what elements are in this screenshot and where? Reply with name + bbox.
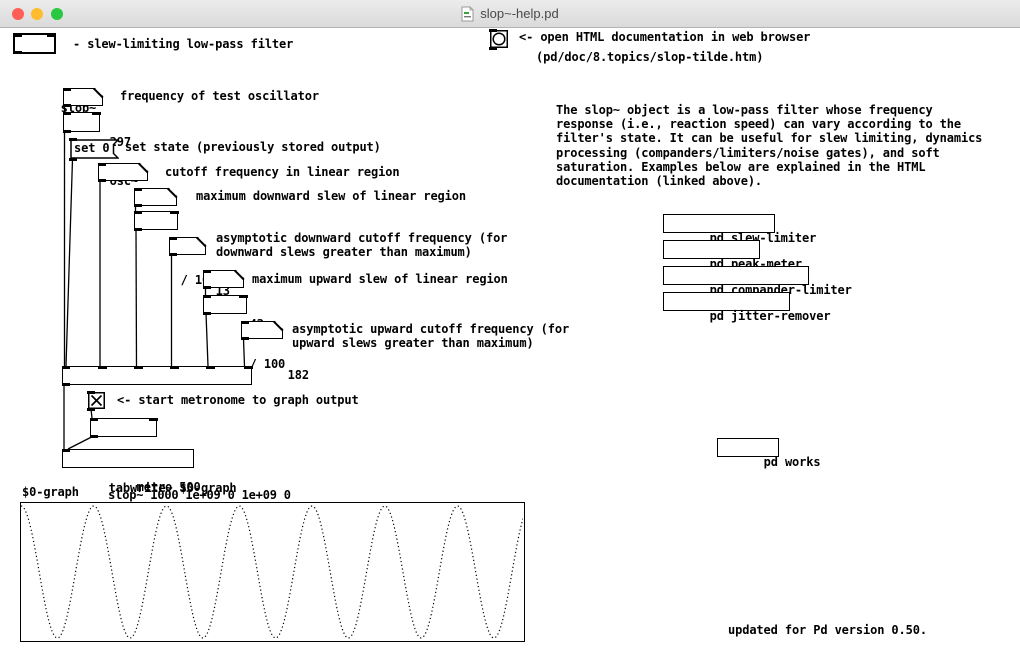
inlet-nub[interactable] bbox=[241, 321, 250, 324]
comment-cutoff: cutoff frequency in linear region bbox=[165, 166, 399, 180]
footer-version-note: updated for Pd version 0.50. bbox=[728, 624, 927, 638]
number-box-down-asymptotic[interactable]: 13 bbox=[169, 237, 206, 255]
number-box-frequency[interactable]: 297 bbox=[63, 88, 103, 106]
bang-icon bbox=[490, 30, 508, 48]
inlet-nub[interactable] bbox=[170, 366, 179, 369]
message-label: set 0 bbox=[74, 141, 110, 155]
inlet-nub[interactable] bbox=[92, 112, 101, 115]
number-value: 182 bbox=[288, 368, 309, 382]
patch-canvas[interactable]: slop~ - slew-limiting low-pass filter <-… bbox=[0, 28, 1020, 664]
inlet-nub[interactable] bbox=[63, 88, 72, 91]
outlet-nub[interactable] bbox=[87, 408, 96, 411]
object-label: pd jitter-remover bbox=[710, 309, 831, 323]
inlet-nub[interactable] bbox=[149, 418, 158, 421]
inlet-nub[interactable] bbox=[206, 366, 215, 369]
comment-open-docs: <- open HTML documentation in web browse… bbox=[519, 31, 810, 45]
number-box-down-slew[interactable]: 198 bbox=[134, 188, 177, 206]
comment-tagline: - slew-limiting low-pass filter bbox=[73, 38, 293, 52]
object-label: pd works bbox=[764, 455, 821, 469]
inlet-nub[interactable] bbox=[239, 295, 248, 298]
patch-cord[interactable] bbox=[136, 229, 137, 366]
subpatch-jitter-remover[interactable]: pd jitter-remover bbox=[663, 292, 790, 311]
window-title: slop~-help.pd bbox=[480, 6, 558, 21]
outlet-nub[interactable] bbox=[134, 204, 143, 207]
toggle-metronome[interactable] bbox=[88, 392, 105, 409]
object-box-slop-subject[interactable]: slop~ bbox=[13, 33, 56, 54]
inlet-nub[interactable] bbox=[63, 112, 72, 115]
description-text: The slop~ object is a low-pass filter wh… bbox=[556, 103, 982, 188]
inlet-nub[interactable] bbox=[90, 418, 99, 421]
outlet-nub[interactable] bbox=[63, 104, 72, 107]
outlet-nub[interactable] bbox=[241, 337, 250, 340]
number-box-up-asymptotic[interactable]: 182 bbox=[241, 321, 283, 339]
graph-label: $0-graph bbox=[22, 486, 79, 500]
inlet-nub[interactable] bbox=[489, 29, 498, 32]
outlet-nub[interactable] bbox=[169, 253, 178, 256]
titlebar: slop~-help.pd bbox=[0, 0, 1020, 28]
inlet-nub[interactable] bbox=[170, 211, 179, 214]
inlet-nub[interactable] bbox=[134, 211, 143, 214]
subpatch-works[interactable]: pd works bbox=[717, 438, 779, 457]
subpatch-compander-limiter[interactable]: pd compander-limiter bbox=[663, 266, 809, 285]
bang-open-docs[interactable] bbox=[490, 30, 508, 48]
object-box-slop-main[interactable]: slop~ 1000 1e+09 0 1e+09 0 bbox=[62, 366, 252, 385]
outlet-nub[interactable] bbox=[62, 383, 71, 386]
comment-down-slew: maximum downward slew of linear region bbox=[196, 190, 466, 204]
inlet-nub[interactable] bbox=[203, 270, 212, 273]
object-box-osc[interactable]: osc~ bbox=[63, 112, 100, 132]
comment-up-asymptotic: asymptotic upward cutoff frequency (for … bbox=[292, 323, 569, 351]
inlet-nub[interactable] bbox=[47, 34, 56, 37]
inlet-nub[interactable] bbox=[203, 295, 212, 298]
outlet-nub[interactable] bbox=[69, 158, 78, 161]
inlet-nub[interactable] bbox=[62, 366, 71, 369]
toggle-x-icon bbox=[88, 392, 105, 409]
number-box-cutoff[interactable]: 1259 bbox=[98, 163, 148, 181]
comment-down-asymptotic: asymptotic downward cutoff frequency (fo… bbox=[216, 232, 507, 260]
document-icon bbox=[461, 6, 474, 22]
subpatch-slew-limiter[interactable]: pd slew-limiter bbox=[663, 214, 775, 233]
graph-waveform-svg bbox=[21, 503, 523, 640]
inlet-nub[interactable] bbox=[14, 34, 23, 37]
graph-array-display[interactable] bbox=[20, 502, 525, 642]
inlet-nub[interactable] bbox=[169, 237, 178, 240]
comment-doc-path: (pd/doc/8.topics/slop-tilde.htm) bbox=[536, 51, 763, 65]
object-box-divide-2[interactable]: / 100 bbox=[203, 295, 247, 314]
outlet-nub[interactable] bbox=[14, 51, 23, 54]
subpatch-peak-meter[interactable]: pd peak-meter bbox=[663, 240, 760, 259]
outlet-nub[interactable] bbox=[203, 286, 212, 289]
object-label: tabwrite~ $0-graph bbox=[109, 481, 237, 495]
comment-frequency: frequency of test oscillator bbox=[120, 90, 319, 104]
object-box-divide-1[interactable]: / 100 bbox=[134, 211, 178, 230]
number-box-up-slew[interactable]: 42 bbox=[203, 270, 244, 288]
object-box-tabwrite[interactable]: tabwrite~ $0-graph bbox=[62, 449, 194, 468]
message-box-set-state[interactable]: set 0 bbox=[70, 139, 119, 159]
object-box-metro[interactable]: metro 500 bbox=[90, 418, 157, 437]
comment-up-slew: maximum upward slew of linear region bbox=[252, 273, 508, 287]
outlet-nub[interactable] bbox=[203, 312, 212, 315]
inlet-nub[interactable] bbox=[244, 366, 253, 369]
outlet-nub[interactable] bbox=[90, 435, 99, 438]
inlet-nub[interactable] bbox=[134, 366, 143, 369]
comment-toggle: <- start metronome to graph output bbox=[117, 394, 359, 408]
inlet-nub[interactable] bbox=[62, 449, 71, 452]
outlet-nub[interactable] bbox=[63, 130, 72, 133]
comment-set-state: set state (previously stored output) bbox=[125, 141, 381, 155]
inlet-nub[interactable] bbox=[87, 391, 96, 394]
outlet-nub[interactable] bbox=[98, 179, 107, 182]
inlet-nub[interactable] bbox=[134, 188, 143, 191]
pd-patch-window: slop~-help.pd bbox=[0, 0, 1020, 664]
inlet-nub[interactable] bbox=[98, 366, 107, 369]
inlet-nub[interactable] bbox=[98, 163, 107, 166]
outlet-nub[interactable] bbox=[489, 47, 498, 50]
outlet-nub[interactable] bbox=[134, 228, 143, 231]
